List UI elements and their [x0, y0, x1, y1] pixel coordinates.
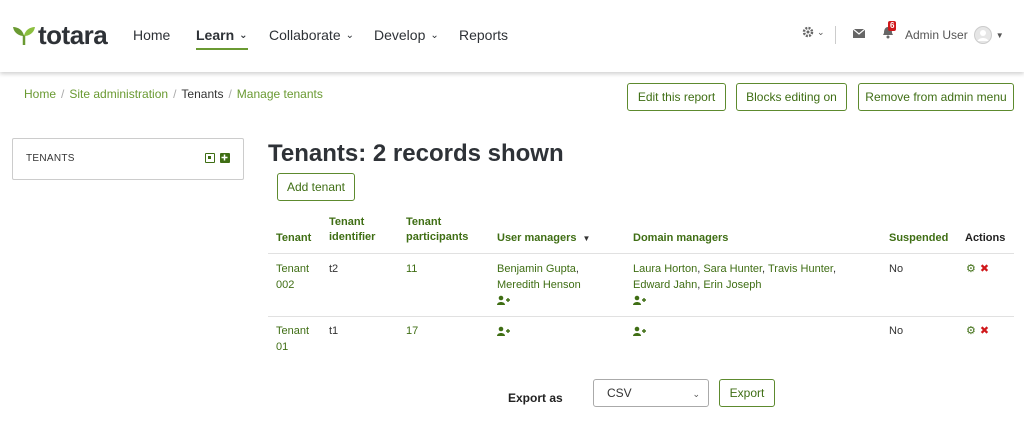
column-header-tenant[interactable]: Tenant [276, 231, 311, 246]
domain-manager-link[interactable]: Travis Hunter [768, 263, 833, 275]
domain-manager-link[interactable]: Erin Joseph [703, 279, 761, 291]
export-format-select[interactable]: CSV ⌄ [593, 379, 709, 407]
user-avatar-icon [973, 26, 992, 44]
logo-text: totara [38, 20, 108, 50]
nav-reports[interactable]: Reports [459, 27, 508, 43]
user-managers-cell: Benjamin Gupta, Meredith Henson [497, 261, 607, 311]
user-manager-link[interactable]: Benjamin Gupta [497, 263, 576, 275]
add-user-manager-icon[interactable] [497, 325, 510, 341]
column-header-tenant-identifier[interactable]: Tenant identifier [329, 215, 389, 245]
domain-manager-link[interactable]: Edward Jahn [633, 279, 697, 291]
gear-icon [802, 26, 814, 38]
nav-collaborate[interactable]: Collaborate ⌄ [269, 27, 354, 43]
domain-manager-link[interactable]: Sara Hunter [703, 263, 762, 275]
export-label: Export as [508, 391, 563, 405]
messages-button[interactable] [853, 29, 865, 38]
tenant-identifier: t2 [329, 263, 339, 275]
tenant-participants-link[interactable]: 17 [406, 323, 418, 339]
breadcrumb: Home / Site administration / Tenants / M… [24, 87, 323, 101]
envelope-icon [853, 29, 865, 38]
column-header-suspended[interactable]: Suspended [889, 231, 948, 246]
user-manager-link[interactable]: Meredith Henson [497, 279, 581, 291]
table-divider [268, 253, 1014, 254]
user-menu[interactable]: Admin User ▼ [905, 26, 1004, 44]
breadcrumb-site-administration[interactable]: Site administration [69, 87, 168, 101]
export-button[interactable]: Export [719, 379, 775, 407]
tenant-participants-link[interactable]: 11 [406, 261, 417, 277]
delete-icon[interactable]: ✖ [980, 263, 989, 275]
page-title: Tenants: 2 records shown [268, 140, 564, 167]
user-name: Admin User [905, 28, 968, 42]
divider [835, 26, 836, 44]
block-title: TENANTS [26, 153, 75, 164]
tenant-name-link[interactable]: Tenant 002 [276, 261, 320, 293]
add-tenant-button[interactable]: Add tenant [277, 173, 355, 201]
leaf-icon [13, 27, 35, 45]
chevron-down-icon: ⌄ [430, 29, 439, 41]
settings-gear-icon[interactable]: ⚙ [966, 263, 976, 275]
chevron-down-icon: ⌄ [239, 29, 248, 41]
caret-down-icon: ▼ [995, 30, 1004, 40]
suspended-value: No [889, 263, 904, 275]
settings-menu[interactable]: ⌄ [802, 26, 825, 38]
suspended-value: No [889, 325, 904, 337]
column-header-actions: Actions [965, 232, 1006, 244]
header-tools: ⌄ 6 Admin User ▼ [802, 21, 1012, 46]
add-domain-manager-icon[interactable] [633, 325, 646, 341]
breadcrumb-tenants[interactable]: Tenants [181, 87, 223, 101]
chevron-down-icon: ⌄ [345, 29, 354, 41]
export-format-value: CSV [607, 386, 632, 400]
chevron-down-icon: ⌄ [692, 389, 700, 399]
chevron-down-icon: ⌄ [817, 26, 825, 37]
sort-desc-icon: ▼ [582, 234, 591, 243]
table-divider [268, 316, 1014, 317]
row-actions: ⚙ ✖ [966, 324, 989, 337]
delete-icon[interactable]: ✖ [980, 325, 989, 337]
block-dock-icon[interactable] [205, 153, 215, 163]
nav-home[interactable]: Home [133, 27, 170, 43]
top-navigation-bar: totara Home Learn ⌄ Collaborate ⌄ Develop ⌄… [0, 0, 1024, 72]
block-collapse-icon[interactable] [220, 153, 230, 163]
tenants-block: TENANTS [12, 138, 244, 180]
totara-logo[interactable]: totara [12, 20, 108, 50]
column-header-user-managers[interactable]: User managers ▼ [497, 231, 590, 246]
add-domain-manager-icon[interactable] [633, 295, 863, 311]
add-user-manager-icon[interactable] [497, 295, 607, 311]
domain-manager-link[interactable]: Laura Horton [633, 263, 697, 275]
domain-managers-cell: Laura Horton, Sara Hunter, Travis Hunter… [633, 261, 863, 311]
notifications-button[interactable]: 6 [882, 21, 897, 39]
settings-gear-icon[interactable]: ⚙ [966, 325, 976, 337]
row-actions: ⚙ ✖ [966, 262, 989, 275]
notification-count-badge: 6 [888, 21, 897, 31]
column-header-tenant-participants[interactable]: Tenant participants [406, 215, 486, 245]
blocks-editing-button[interactable]: Blocks editing on [736, 83, 847, 111]
column-header-domain-managers[interactable]: Domain managers [633, 231, 728, 246]
breadcrumb-home[interactable]: Home [24, 87, 56, 101]
nav-develop[interactable]: Develop ⌄ [374, 27, 439, 43]
nav-learn[interactable]: Learn ⌄ [196, 27, 248, 50]
tenant-identifier: t1 [329, 325, 339, 337]
edit-report-button[interactable]: Edit this report [627, 83, 726, 111]
breadcrumb-manage-tenants[interactable]: Manage tenants [237, 87, 323, 101]
remove-from-admin-menu-button[interactable]: Remove from admin menu [858, 83, 1014, 111]
tenant-name-link[interactable]: Tenant 01 [276, 323, 320, 355]
